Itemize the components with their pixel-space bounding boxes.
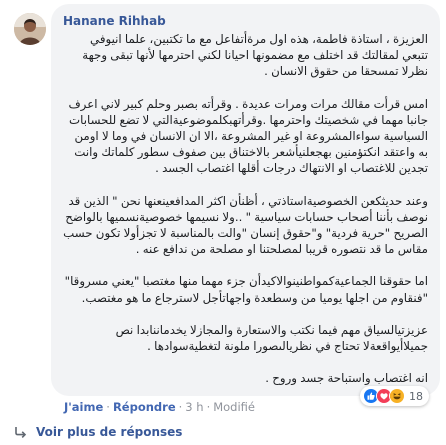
comment-paragraph: انه اغتصاب واستباحة جسد وروح . (265, 371, 428, 386)
reply-link[interactable]: Répondre (113, 400, 176, 414)
separator: · (206, 400, 211, 414)
reaction-count: 18 (409, 389, 423, 403)
more-replies-link[interactable]: Voir plus de réponses (14, 423, 182, 441)
comment-paragraph: اما حقوقنا الجماعيةكمواطنينوالاكيدأن جزء… (64, 274, 428, 305)
reactions-summary[interactable]: 18 (360, 386, 429, 406)
comment-text: العزيزة ، استاذة فاطمة، هذه اول مرةأتفاع… (63, 31, 428, 386)
haha-reaction-icon (389, 388, 405, 404)
comment-paragraph: وعند حديثكعن الخصوصيةاستاذتي ، أظنأن اكث… (63, 193, 428, 257)
comment-paragraph: العزيزة ، استاذة فاطمة، هذه اول مرةأتفاع… (82, 32, 428, 79)
comment-timestamp[interactable]: 3 h (185, 400, 203, 414)
comment-actions: J'aime · Répondre · 3 h · Modifié (64, 399, 255, 415)
separator: · (106, 400, 110, 414)
edited-label[interactable]: Modifié (213, 400, 255, 414)
comment-paragraph: امس قرأت مقالك مرات ومرات عديدة . وقرأته… (68, 96, 428, 176)
comment-paragraph: عزيزتيالسياق مهم فيما نكتب والاستعارة وا… (115, 322, 428, 354)
reply-arrow-icon (15, 427, 27, 438)
like-link[interactable]: J'aime (64, 400, 103, 414)
avatar-photo-icon (14, 13, 46, 45)
avatar[interactable] (14, 13, 46, 45)
comment-author[interactable]: Hanane Rihhab (63, 13, 428, 29)
more-replies-label: Voir plus de réponses (36, 425, 183, 439)
separator: · (178, 400, 183, 414)
comment-bubble: Hanane Rihhab العزيزة ، استاذة فاطمة، هذ… (51, 4, 440, 396)
comment-thread: Hanane Rihhab العزيزة ، استاذة فاطمة، هذ… (0, 0, 446, 445)
